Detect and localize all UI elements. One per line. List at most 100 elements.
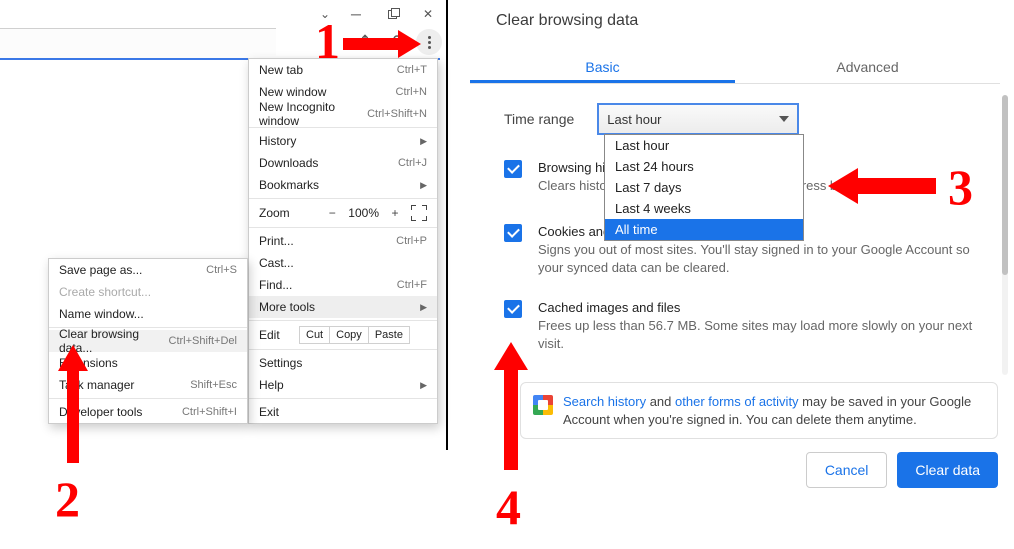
shortcut: Ctrl+J xyxy=(398,157,427,169)
menu-item-zoom: Zoom − 100% + xyxy=(249,201,437,225)
chevron-right-icon: ▶ xyxy=(420,136,427,147)
submenu-item-clear-browsing-data[interactable]: Clear browsing data...Ctrl+Shift+Del xyxy=(49,330,247,352)
menu-separator xyxy=(249,320,437,321)
menu-item-find[interactable]: Find...Ctrl+F xyxy=(249,274,437,296)
label: Zoom xyxy=(259,206,316,220)
scrollbar-thumb[interactable] xyxy=(1002,95,1008,275)
checkbox[interactable] xyxy=(504,224,522,242)
menu-item-exit[interactable]: Exit xyxy=(249,401,437,423)
cancel-button[interactable]: Cancel xyxy=(806,452,888,488)
shortcut: Ctrl+Shift+I xyxy=(182,406,237,418)
menu-separator xyxy=(49,398,247,399)
label: Name window... xyxy=(59,307,144,321)
dialog-scrollbar[interactable] xyxy=(1002,95,1008,375)
shortcut: Ctrl+P xyxy=(396,235,427,247)
label: Downloads xyxy=(259,156,318,170)
more-tools-submenu: Save page as... Ctrl+S Create shortcut...… xyxy=(48,258,248,424)
time-range-dropdown: Last hour Last 24 hours Last 7 days Last… xyxy=(604,134,804,241)
time-range-value: Last hour xyxy=(607,112,661,127)
label: Developer tools xyxy=(59,405,142,419)
chevron-right-icon: ▶ xyxy=(420,302,427,313)
tab-basic[interactable]: Basic xyxy=(470,50,735,83)
paste-button[interactable]: Paste xyxy=(368,326,410,344)
label: Extensions xyxy=(59,356,118,370)
dialog-title: Clear browsing data xyxy=(496,12,638,30)
label: Bookmarks xyxy=(259,178,319,192)
menu-separator xyxy=(249,227,437,228)
menu-kebab-icon[interactable] xyxy=(416,29,442,55)
window-minimize-button[interactable]: ─ xyxy=(338,2,374,26)
window-maximize-button[interactable] xyxy=(374,2,410,26)
submenu-item-task-manager[interactable]: Task managerShift+Esc xyxy=(49,374,247,396)
shortcut: Ctrl+Shift+Del xyxy=(169,335,237,347)
shortcut: Ctrl+F xyxy=(397,279,427,291)
fullscreen-icon[interactable] xyxy=(411,205,427,221)
menu-item-bookmarks[interactable]: Bookmarks ▶ xyxy=(249,174,437,196)
share-icon[interactable] xyxy=(352,31,378,53)
dropdown-option[interactable]: Last 24 hours xyxy=(605,156,803,177)
time-range-row: Time range Last hour xyxy=(504,104,798,134)
zoom-out-button[interactable]: − xyxy=(322,206,342,220)
menu-item-settings[interactable]: Settings xyxy=(249,352,437,374)
layout-divider xyxy=(446,0,448,450)
zoom-in-button[interactable]: + xyxy=(385,206,405,220)
checkbox[interactable] xyxy=(504,160,522,178)
menu-item-incognito[interactable]: New Incognito windowCtrl+Shift+N xyxy=(249,103,437,125)
label: Save page as... xyxy=(59,263,142,277)
dropdown-option[interactable]: Last hour xyxy=(605,135,803,156)
tab-search-dropdown-icon[interactable]: ⌄ xyxy=(312,7,338,21)
label: New window xyxy=(259,85,326,99)
chevron-right-icon: ▶ xyxy=(420,380,427,391)
tab-advanced[interactable]: Advanced xyxy=(735,50,1000,83)
shortcut: Shift+Esc xyxy=(190,379,237,391)
menu-item-more-tools[interactable]: More tools ▶ xyxy=(249,296,437,318)
chevron-down-icon xyxy=(779,116,789,122)
label: Clear browsing data... xyxy=(59,327,169,355)
info-box: Search history and other forms of activi… xyxy=(520,382,998,439)
window-close-button[interactable]: ✕ xyxy=(410,2,446,26)
cut-button[interactable]: Cut xyxy=(299,326,330,344)
menu-item-help[interactable]: Help▶ xyxy=(249,374,437,396)
clear-data-button[interactable]: Clear data xyxy=(897,452,998,488)
menu-separator xyxy=(249,398,437,399)
label: Exit xyxy=(259,405,279,419)
menu-item-new-tab[interactable]: New tabCtrl+T xyxy=(249,59,437,81)
label: Create shortcut... xyxy=(59,285,151,299)
submenu-item-dev-tools[interactable]: Developer tools Ctrl+Shift+I xyxy=(49,401,247,423)
checkbox-desc: Frees up less than 56.7 MB. Some sites m… xyxy=(538,317,994,352)
submenu-item-save-page[interactable]: Save page as... Ctrl+S xyxy=(49,259,247,281)
checkbox-cache: Cached images and files Frees up less th… xyxy=(504,300,994,352)
copy-button[interactable]: Copy xyxy=(330,326,368,344)
menu-separator xyxy=(249,198,437,199)
dropdown-option-highlighted[interactable]: All time xyxy=(605,219,803,240)
submenu-item-create-shortcut: Create shortcut... xyxy=(49,281,247,303)
menu-item-history[interactable]: History ▶ xyxy=(249,130,437,152)
dialog-tabs: Basic Advanced xyxy=(470,50,1000,84)
time-range-label: Time range xyxy=(504,111,574,127)
google-icon xyxy=(533,395,553,415)
label: New Incognito window xyxy=(259,100,367,128)
checkbox[interactable] xyxy=(504,300,522,318)
link-search-history[interactable]: Search history xyxy=(563,394,646,409)
profile-icon[interactable] xyxy=(384,31,410,53)
menu-item-print[interactable]: Print... Ctrl+P xyxy=(249,230,437,252)
link-other-activity[interactable]: other forms of activity xyxy=(675,394,799,409)
label: Settings xyxy=(259,356,302,370)
menu-item-cast[interactable]: Cast... xyxy=(249,252,437,274)
dropdown-option[interactable]: Last 4 weeks xyxy=(605,198,803,219)
submenu-item-extensions[interactable]: Extensions xyxy=(49,352,247,374)
checkbox-title: Cached images and files xyxy=(538,300,994,315)
text: and xyxy=(646,394,675,409)
chevron-right-icon: ▶ xyxy=(420,180,427,191)
label: History xyxy=(259,134,296,148)
label: Print... xyxy=(259,234,294,248)
shortcut: Ctrl+S xyxy=(206,264,237,276)
label: More tools xyxy=(259,300,315,314)
chrome-main-menu: New tabCtrl+T New window Ctrl+N New Incog… xyxy=(248,58,438,424)
menu-item-downloads[interactable]: Downloads Ctrl+J xyxy=(249,152,437,174)
dropdown-option[interactable]: Last 7 days xyxy=(605,177,803,198)
submenu-item-name-window[interactable]: Name window... xyxy=(49,303,247,325)
shortcut: Ctrl+N xyxy=(396,86,427,98)
menu-separator xyxy=(249,349,437,350)
time-range-select[interactable]: Last hour xyxy=(598,104,798,134)
